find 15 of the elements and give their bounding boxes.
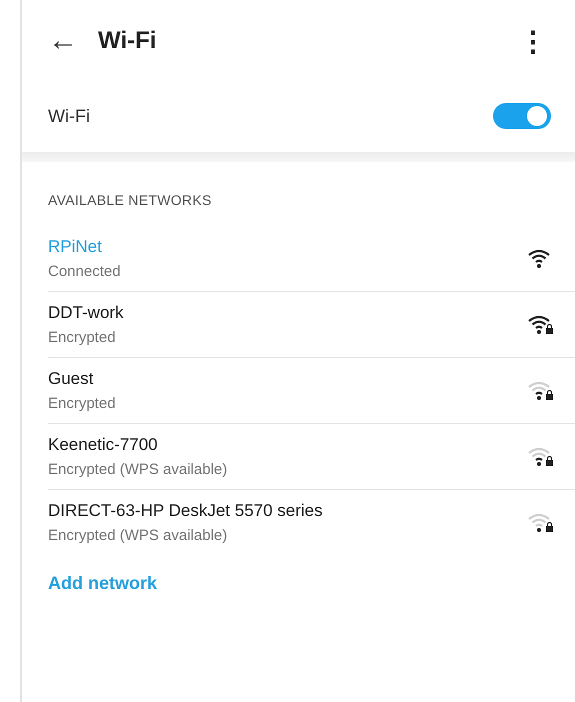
section-title: AVAILABLE NETWORKS	[47, 191, 213, 210]
network-name[interactable]: Keenetic-7700	[48, 435, 527, 455]
network-status: Encrypted (WPS available)	[48, 461, 228, 478]
screen-title: Wi-Fi	[98, 27, 158, 55]
back-button[interactable]: ←	[48, 24, 92, 58]
network-status: Encrypted	[48, 329, 117, 346]
menu-button[interactable]: ⋮	[513, 24, 553, 58]
wifi-switch[interactable]	[493, 103, 551, 129]
wifi-label: Wi-Fi	[48, 106, 91, 126]
network-status: Encrypted	[48, 395, 117, 412]
network-name[interactable]: DIRECT-63-HP DeskJet 5570 series	[48, 501, 527, 521]
network-name[interactable]: Guest	[48, 369, 527, 389]
network-status: Encrypted (WPS available)	[48, 527, 228, 544]
network-status: Connected	[48, 263, 122, 280]
network-name[interactable]: DDT-work	[48, 303, 527, 323]
